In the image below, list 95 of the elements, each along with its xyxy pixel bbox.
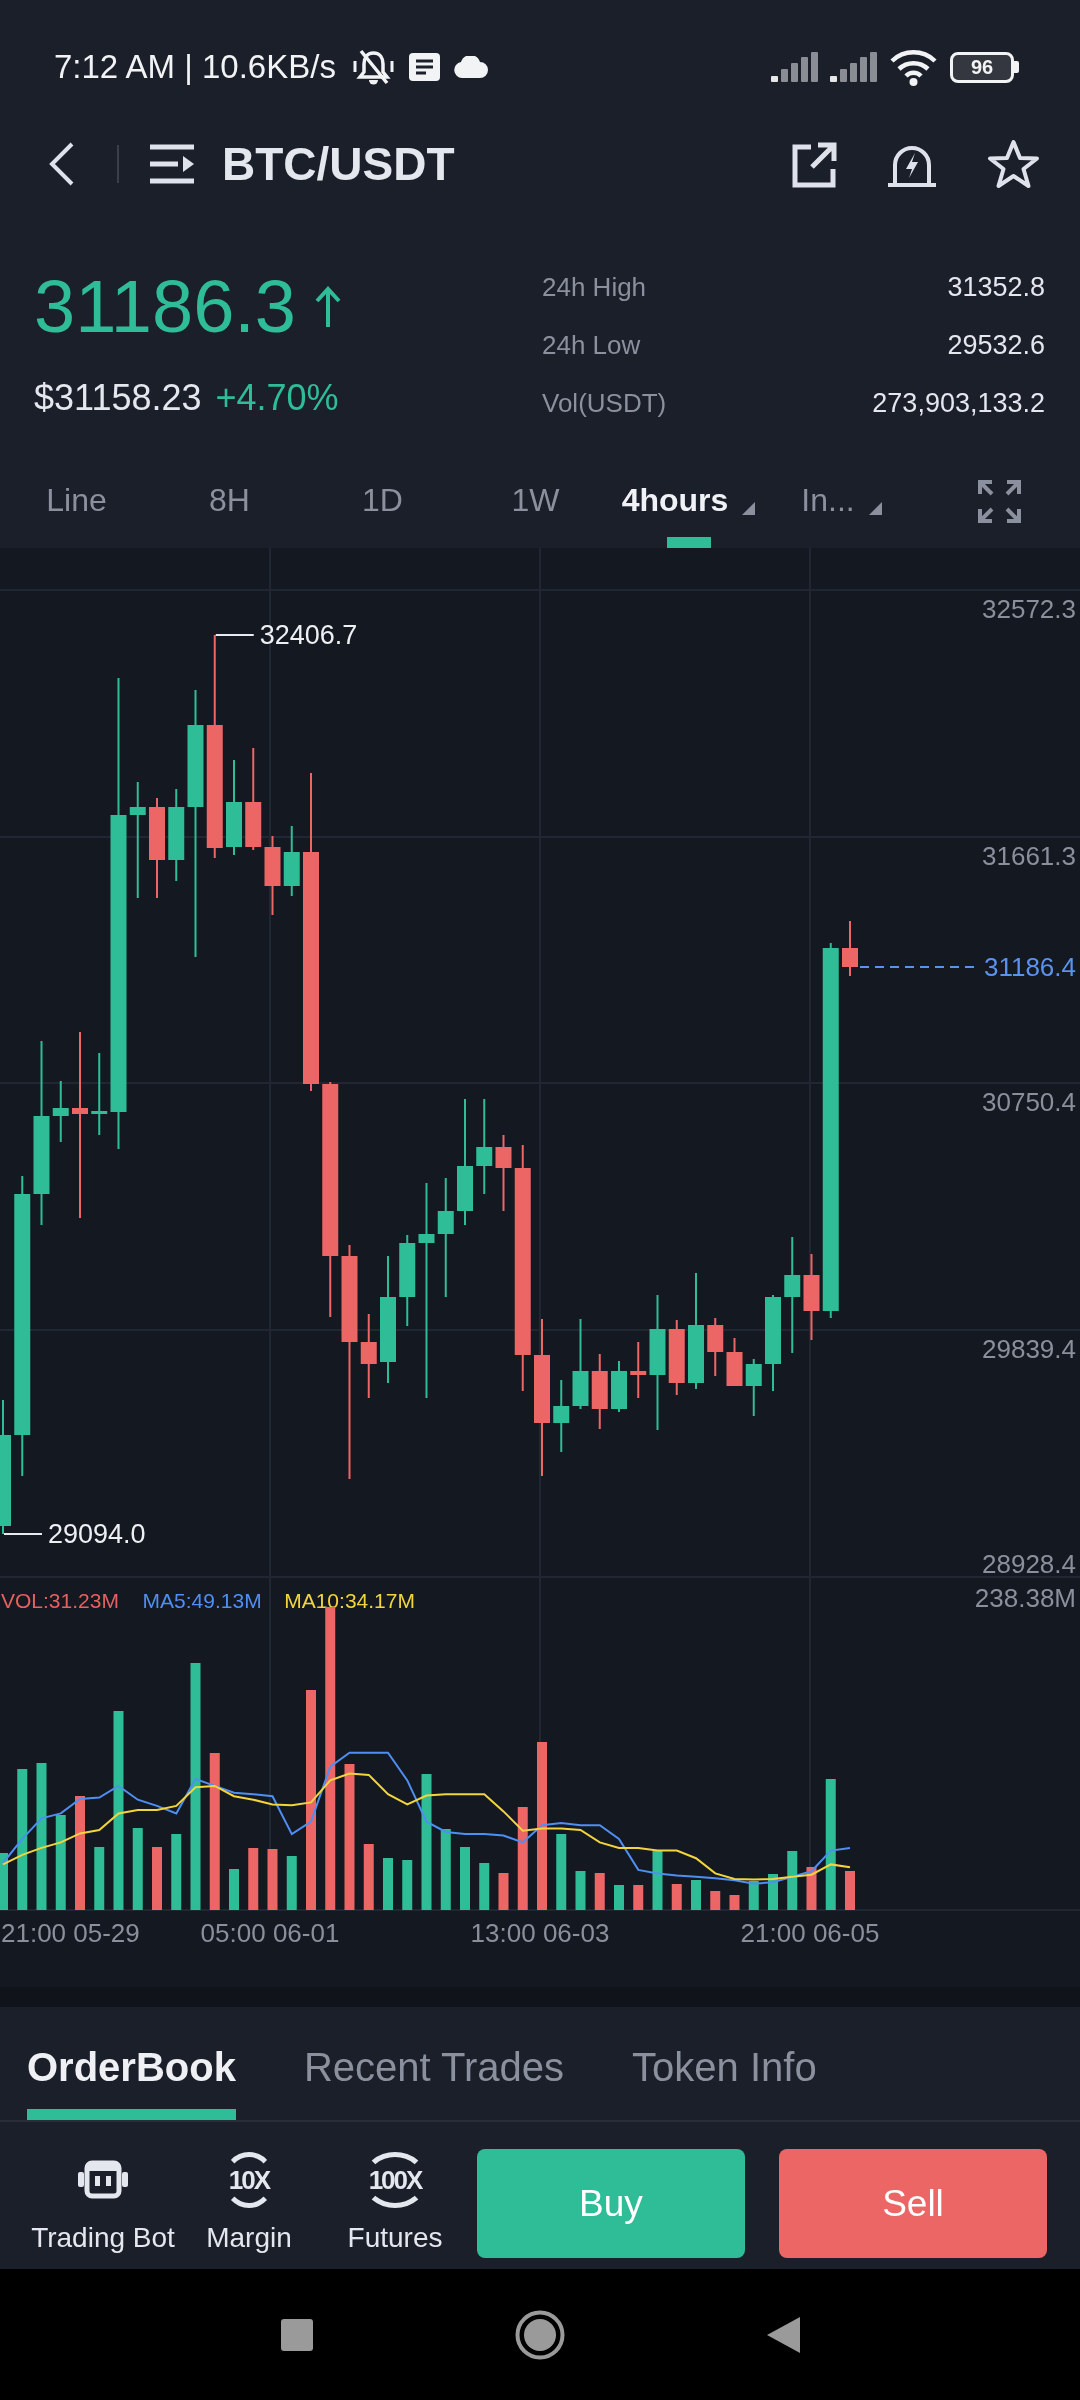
volume-bar [248, 1848, 259, 1910]
volume-bar [845, 1871, 855, 1910]
signal-icon [830, 52, 877, 82]
volume-bar [479, 1863, 490, 1910]
shortcut-button[interactable]: 100X Futures [322, 2149, 468, 2254]
volume-bar [383, 1858, 393, 1910]
menu-icon[interactable] [150, 143, 194, 185]
stat-label: 24h High [542, 271, 647, 303]
section-tab[interactable]: Recent Trades [303, 2007, 565, 2120]
section-tab[interactable]: Token Info [632, 2007, 817, 2120]
interval-tab[interactable]: 1D [306, 455, 459, 548]
shortcut-button[interactable]: Trading Bot [30, 2149, 176, 2254]
volume-bar [671, 1884, 682, 1910]
square-icon[interactable] [280, 2318, 313, 2351]
pair-title: BTC/USDT [222, 137, 455, 192]
high-price-label: 32406.7 [259, 620, 358, 650]
message-icon [408, 53, 440, 81]
candle [630, 1341, 647, 1399]
volume-axis-label: 238.38M [974, 1583, 1076, 1613]
price-change: +4.70% [215, 376, 339, 420]
stat-value: 31352.8 [947, 271, 1045, 303]
candle [726, 1337, 743, 1387]
price-axis-label: 28928.4 [982, 1549, 1076, 1579]
volume-bar [710, 1891, 721, 1910]
volume-legend-label: VOL:31.23M [1, 1588, 119, 1612]
volume-bar [286, 1856, 297, 1910]
price-axis-label: 31661.3 [982, 841, 1076, 871]
time-axis-label: 05:00 06-01 [200, 1918, 340, 1948]
volume-bar [652, 1851, 663, 1910]
interval-tab[interactable]: Line [0, 455, 153, 548]
volume-bar [729, 1895, 740, 1910]
share-icon[interactable] [791, 140, 837, 188]
price-axis-label: 32572.3 [982, 594, 1076, 624]
volume-bar [691, 1880, 701, 1910]
candle [283, 825, 300, 897]
stat-value: 273,903,133.2 [872, 387, 1045, 419]
signal-icon [771, 52, 818, 82]
last-price-label: 31186.4 [983, 952, 1076, 982]
bell-off-icon [351, 47, 395, 87]
volume-bar [402, 1860, 413, 1910]
section-tab[interactable]: OrderBook [27, 2007, 236, 2120]
volume-bar [748, 1881, 759, 1910]
shortcut-button[interactable]: 10X Margin [176, 2149, 322, 2254]
leader-line [214, 634, 255, 636]
wifi-icon [889, 48, 938, 86]
time-axis-label: 21:00 05-29 [1, 1918, 140, 1948]
volume-bar [594, 1873, 605, 1910]
leader-line [3, 1533, 43, 1535]
time-axis-label: 13:00 06-03 [470, 1918, 610, 1948]
price-axis-label: 30750.4 [982, 1087, 1076, 1117]
time-axis-label: 21:00 06-05 [740, 1918, 880, 1948]
volume-legend-label: MA5:49.13M [142, 1588, 262, 1612]
volume-bar [806, 1867, 817, 1910]
volume-bar [460, 1847, 470, 1910]
battery-indicator: 96 [950, 51, 1019, 83]
leverage-badge: 10X [222, 2151, 276, 2208]
interval-tab[interactable]: 4hours [612, 455, 765, 548]
star-icon[interactable] [987, 139, 1040, 189]
price-axis-label: 29839.4 [982, 1334, 1076, 1364]
interval-tab[interactable]: 8H [153, 455, 306, 548]
volume-bar [94, 1847, 105, 1910]
back-icon[interactable] [766, 2316, 800, 2353]
volume-bar [229, 1869, 239, 1910]
volume-bar [498, 1873, 509, 1910]
back-icon[interactable] [48, 141, 76, 187]
stat-label: Vol(USDT) [542, 387, 667, 419]
status-text: 7:12 AM | 10.6KB/s [54, 48, 336, 86]
candle [842, 920, 858, 977]
candle [611, 1360, 627, 1413]
home-icon[interactable] [514, 2309, 565, 2360]
sell-button[interactable]: Sell [779, 2149, 1047, 2258]
volume-bar [768, 1874, 778, 1910]
volume-bar [614, 1885, 624, 1910]
robot-icon [78, 2160, 128, 2199]
volume-bar [363, 1844, 374, 1910]
last-price: 31186.3 [34, 267, 296, 347]
fiat-price: $31158.23 [34, 376, 202, 420]
expand-icon[interactable] [977, 480, 1021, 523]
interval-tab[interactable]: 1W [459, 455, 612, 548]
interval-tab[interactable]: In... [765, 455, 918, 548]
volume-legend-label: MA10:34.17M [284, 1588, 415, 1612]
volume-bar [575, 1871, 586, 1910]
stat-label: 24h Low [542, 329, 641, 361]
volume-bar [267, 1849, 278, 1910]
leverage-badge: 100X [362, 2151, 428, 2208]
cloud-icon [453, 56, 488, 78]
volume-bar [633, 1885, 644, 1910]
candle [52, 1080, 69, 1143]
low-price-label: 29094.0 [48, 1519, 146, 1549]
candle [707, 1317, 724, 1377]
volume-bar [152, 1847, 162, 1910]
stat-value: 29532.6 [947, 329, 1045, 361]
volume-bar [787, 1851, 798, 1910]
volume-bar [0, 1853, 8, 1910]
candle [745, 1358, 762, 1417]
